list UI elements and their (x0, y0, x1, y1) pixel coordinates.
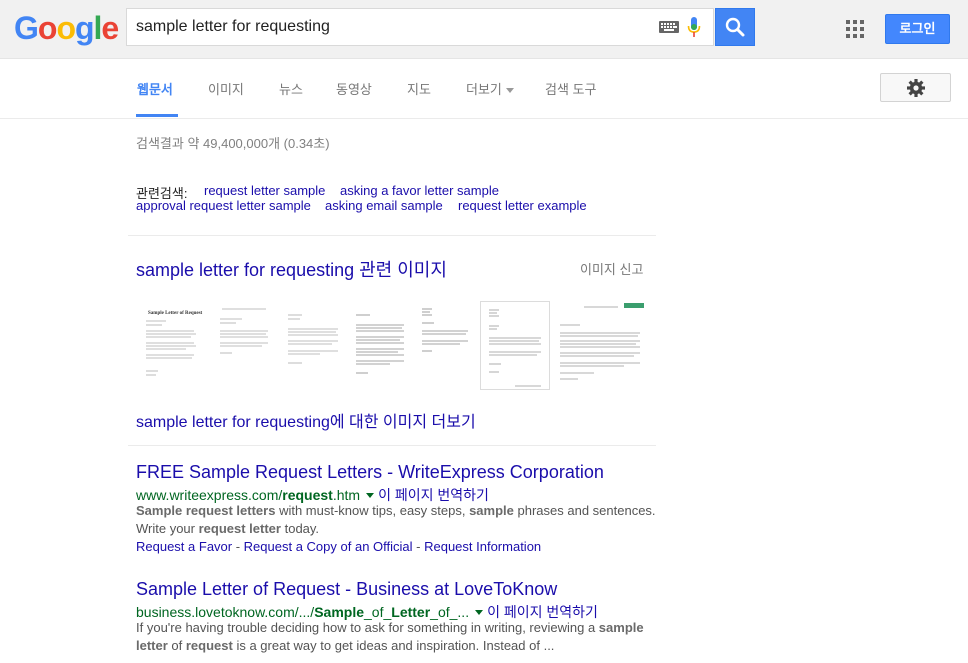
translate-link[interactable]: 이 페이지 번역하기 (487, 604, 598, 620)
related-search-link[interactable]: request letter sample (204, 183, 325, 198)
snippet-part: today. (280, 521, 320, 536)
snippet-part: is a great way to get ideas and inspirat… (232, 638, 555, 653)
tab-images[interactable]: 이미지 (208, 79, 244, 98)
tab-more[interactable]: 더보기 (466, 79, 514, 98)
more-images-link[interactable]: sample letter for requesting에 대한 이미지 더보기 (136, 408, 476, 432)
search-icon (725, 17, 745, 37)
url-part: _of_... (430, 604, 470, 620)
image-thumbnail[interactable] (350, 301, 412, 390)
dropdown-arrow-icon[interactable] (475, 609, 484, 615)
search-button[interactable] (715, 8, 755, 46)
search-input[interactable] (136, 9, 636, 45)
result-stats: 검색결과 약 49,400,000개 (0.34초) (136, 136, 330, 151)
document-thumbnail-icon: Sample Letter of Request (146, 311, 203, 376)
tab-news[interactable]: 뉴스 (279, 79, 303, 98)
related-search-link[interactable]: request letter example (458, 198, 587, 213)
sitelink[interactable]: Request a Favor (136, 539, 232, 554)
image-thumbnail[interactable]: Sample Letter of Request (136, 301, 208, 390)
snippet-part: of (167, 638, 186, 653)
dropdown-arrow-icon (505, 88, 514, 94)
url-part: .htm (332, 487, 361, 503)
image-thumbnail[interactable] (554, 301, 648, 390)
result-sitelinks: Request a Favor - Request a Copy of an O… (136, 539, 541, 554)
image-results-heading[interactable]: sample letter for requesting 관련 이미지 (136, 256, 447, 282)
google-logo[interactable]: Google (14, 10, 119, 46)
header-bar: Google 로그인 (0, 0, 968, 59)
tab-maps[interactable]: 지도 (407, 79, 431, 98)
document-thumbnail-icon (356, 314, 404, 374)
image-thumbnail[interactable] (280, 301, 346, 390)
tab-web[interactable]: 웹문서 (137, 79, 173, 98)
logo-letter: o (37, 10, 58, 46)
gear-icon (907, 79, 925, 97)
logo-letter: G (14, 10, 39, 46)
snippet-part: request letter (198, 521, 281, 536)
result-snippet: Sample request letters with must-know ti… (136, 502, 656, 538)
related-search-link[interactable]: asking a favor letter sample (340, 183, 499, 198)
dropdown-arrow-icon[interactable] (366, 492, 375, 498)
tab-search-tools[interactable]: 검색 도구 (545, 79, 596, 98)
related-search-link[interactable]: asking email sample (325, 198, 443, 213)
divider (128, 235, 656, 236)
login-button[interactable]: 로그인 (885, 14, 950, 44)
image-thumbnail[interactable] (212, 301, 276, 390)
url-part: Letter (391, 604, 431, 620)
logo-letter: l (93, 10, 103, 46)
keyboard-icon[interactable] (659, 21, 679, 33)
result-title-link[interactable]: Sample Letter of Request - Business at L… (136, 579, 557, 600)
url-part: _of_ (364, 604, 392, 620)
url-part: www.writeexpress.com/ (136, 487, 283, 503)
search-box (126, 8, 714, 46)
document-thumbnail-icon (422, 308, 468, 352)
document-thumbnail-icon (560, 303, 644, 380)
url-part: business.lovetoknow.com/.../ (136, 604, 315, 620)
result-title-link[interactable]: FREE Sample Request Letters - WriteExpre… (136, 462, 604, 483)
logo-letter: e (101, 10, 119, 46)
snippet-part: Sample request letters (136, 503, 276, 518)
result-snippet: If you're having trouble deciding how to… (136, 619, 656, 655)
document-thumbnail-icon (220, 308, 268, 354)
url-part: request (282, 487, 333, 503)
settings-button[interactable] (880, 73, 951, 102)
logo-letter: g (74, 10, 95, 46)
divider (128, 445, 656, 446)
microphone-icon[interactable] (687, 17, 701, 39)
active-tab-indicator (136, 114, 178, 117)
report-images-link[interactable]: 이미지 신고 (580, 259, 643, 278)
image-thumbnail[interactable] (416, 301, 476, 390)
image-thumbnail[interactable] (480, 301, 550, 390)
document-thumbnail-icon (288, 314, 338, 364)
sitelink-separator: - (412, 539, 425, 554)
sitelink[interactable]: Request a Copy of an Official (244, 539, 413, 554)
sitelink-separator: - (232, 539, 244, 554)
related-search-link[interactable]: approval request letter sample (136, 198, 311, 213)
snippet-part: If you're having trouble deciding how to… (136, 620, 599, 635)
url-part: Sample (314, 604, 365, 620)
search-tabs: 웹문서 이미지 뉴스 동영상 지도 더보기 검색 도구 (0, 59, 968, 119)
apps-grid-icon[interactable] (846, 20, 864, 38)
sitelink[interactable]: Request Information (424, 539, 541, 554)
snippet-part: with must-know tips, easy steps, (275, 503, 470, 518)
snippet-part: sample (469, 503, 514, 518)
thumb-title: Sample Letter of Request (148, 311, 203, 316)
tab-more-label: 더보기 (466, 82, 502, 97)
translate-link[interactable]: 이 페이지 번역하기 (378, 487, 489, 503)
document-thumbnail-icon (489, 309, 541, 387)
snippet-part: request (185, 638, 233, 653)
tab-videos[interactable]: 동영상 (336, 79, 372, 98)
logo-letter: o (56, 10, 76, 46)
